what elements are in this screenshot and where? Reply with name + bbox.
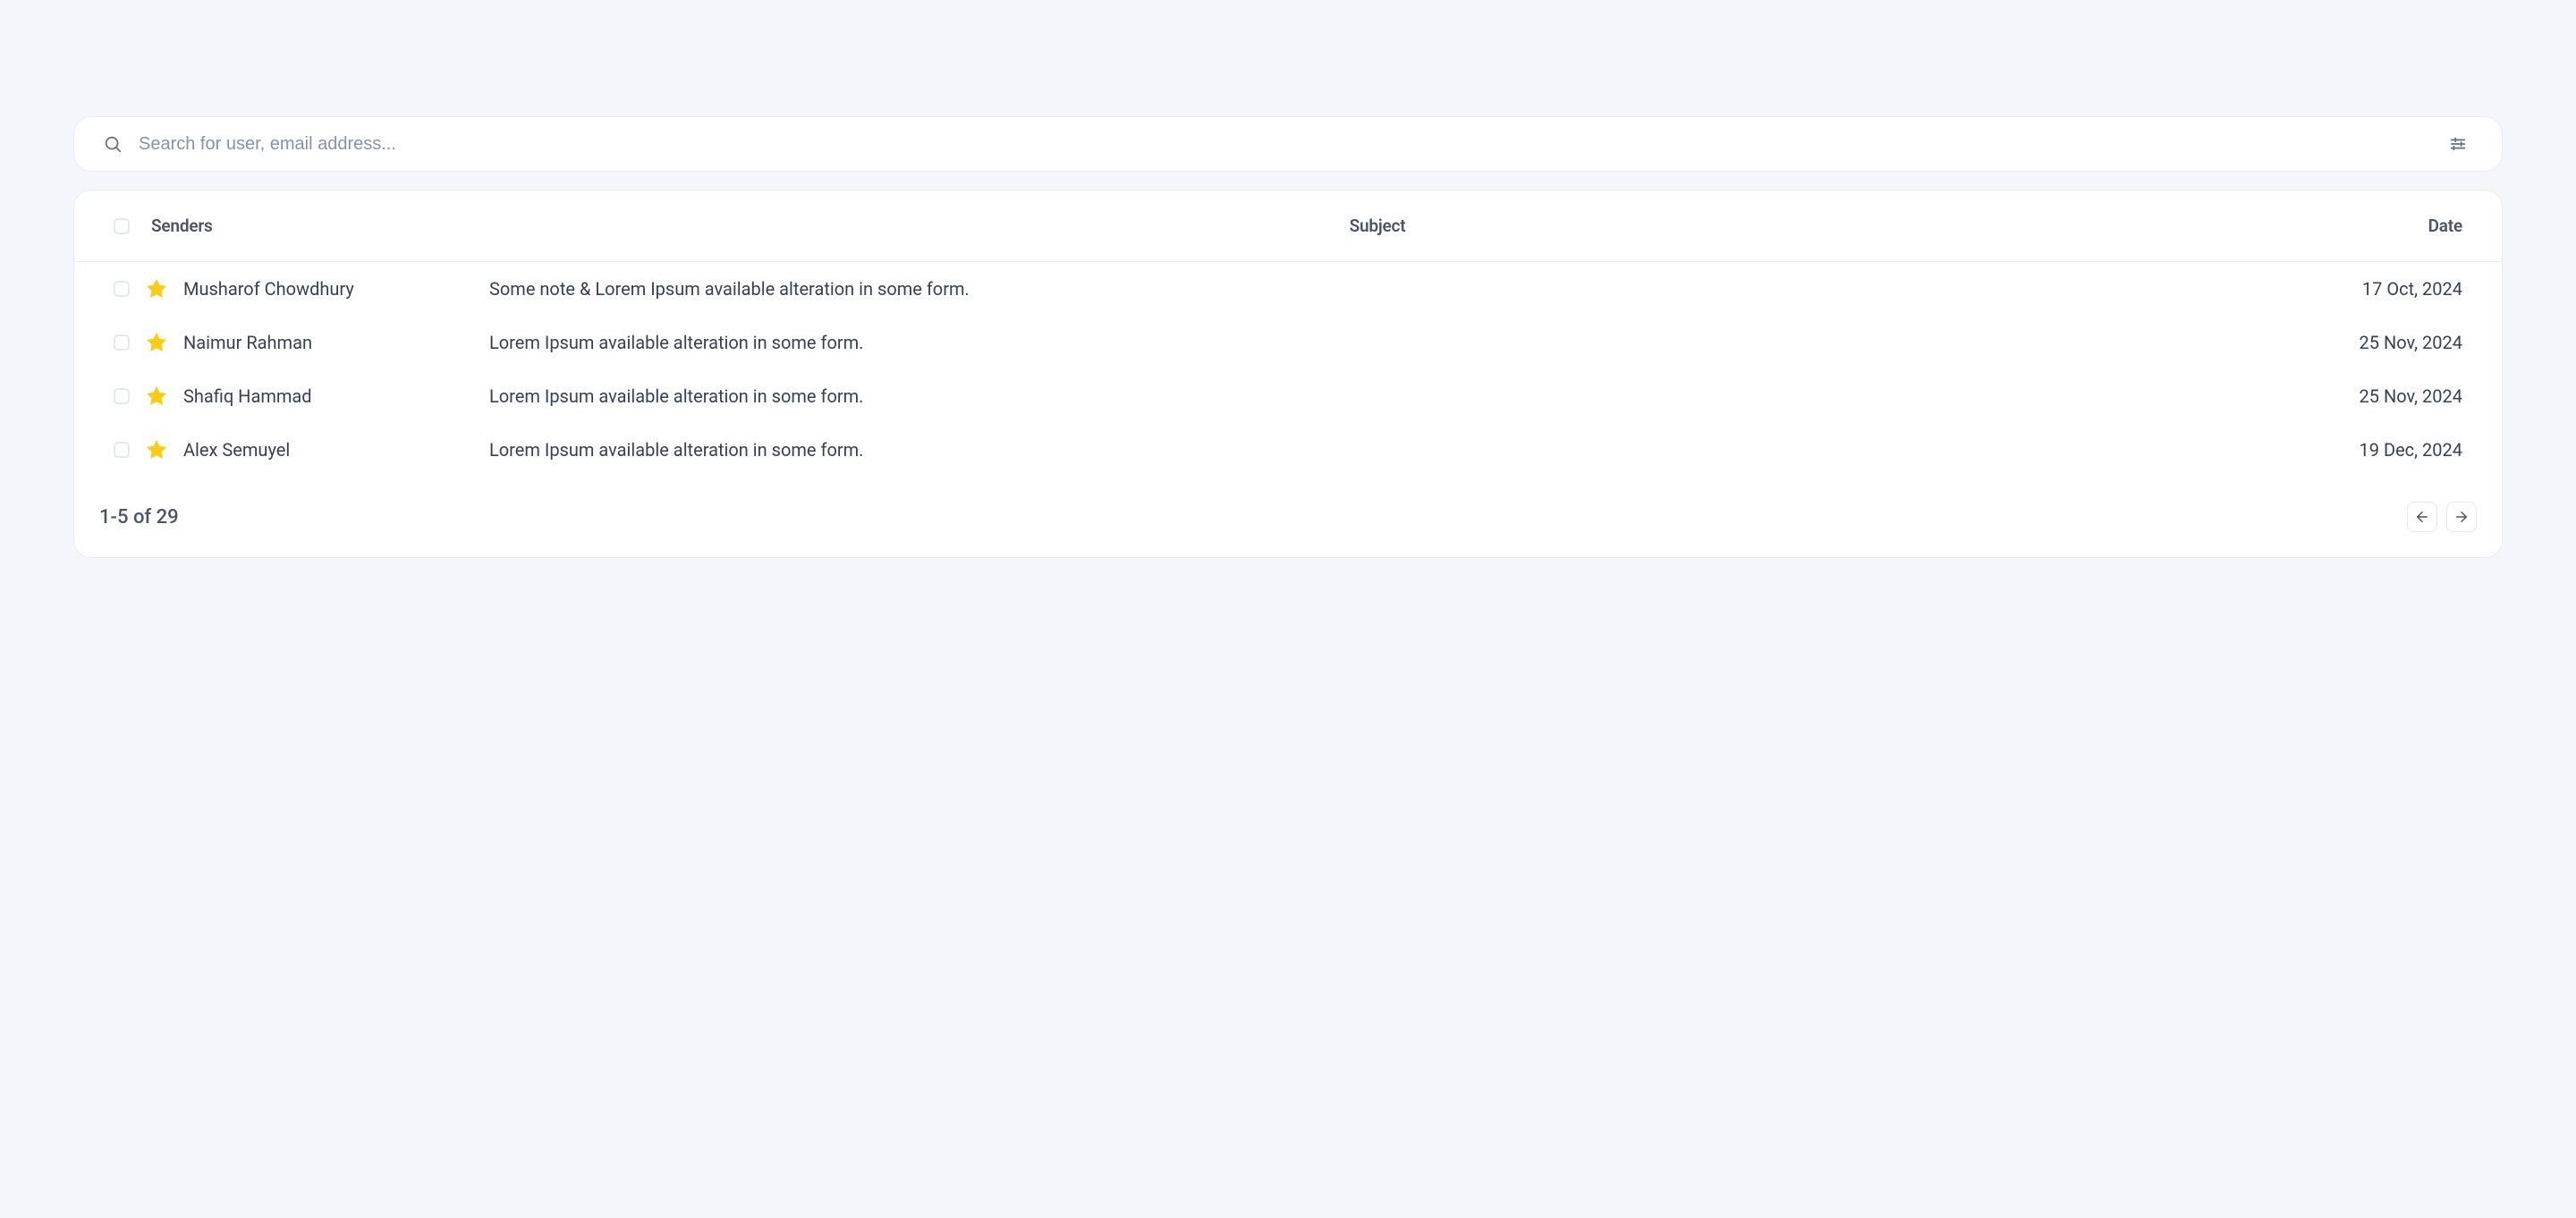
row-checkbox[interactable] (114, 442, 130, 458)
row-checkbox[interactable] (114, 388, 130, 404)
star-icon[interactable] (146, 439, 167, 461)
table-row[interactable]: Alex Semuyel Lorem Ipsum available alter… (74, 423, 2502, 477)
prev-page-button[interactable] (2407, 502, 2437, 532)
subject-text: Some note & Lorem Ipsum available altera… (489, 278, 970, 300)
star-icon[interactable] (146, 278, 167, 300)
sender-name: Shafiq Hammad (183, 385, 312, 407)
table-row[interactable]: Naimur Rahman Lorem Ipsum available alte… (74, 316, 2502, 369)
date-text: 25 Nov, 2024 (2360, 332, 2462, 353)
search-input[interactable] (139, 134, 2432, 155)
column-header-senders: Senders (151, 216, 213, 236)
sender-name: Musharof Chowdhury (183, 278, 354, 300)
subject-text: Lorem Ipsum available alteration in some… (489, 385, 863, 407)
column-header-date: Date (2428, 216, 2462, 236)
filter-icon[interactable] (2448, 134, 2468, 154)
star-icon[interactable] (146, 385, 167, 407)
date-text: 19 Dec, 2024 (2360, 439, 2463, 461)
sender-name: Alex Semuyel (183, 439, 290, 461)
subject-text: Lorem Ipsum available alteration in some… (489, 439, 863, 461)
row-checkbox[interactable] (114, 281, 130, 297)
mail-table-card: Senders Subject Date Musharof Chowdhury … (73, 190, 2503, 558)
arrow-right-icon (2453, 509, 2470, 525)
row-checkbox[interactable] (114, 334, 130, 351)
table-footer: 1-5 of 29 (74, 477, 2502, 557)
table-row[interactable]: Musharof Chowdhury Some note & Lorem Ips… (74, 262, 2502, 316)
sender-name: Naimur Rahman (183, 332, 312, 353)
table-header: Senders Subject Date (74, 190, 2502, 262)
select-all-checkbox[interactable] (114, 218, 130, 234)
next-page-button[interactable] (2446, 502, 2477, 532)
search-bar (73, 116, 2503, 172)
arrow-left-icon (2414, 509, 2430, 525)
star-icon[interactable] (146, 332, 167, 353)
search-icon (103, 134, 123, 154)
pager (2407, 502, 2477, 532)
table-body: Musharof Chowdhury Some note & Lorem Ips… (74, 262, 2502, 477)
pagination-range: 1-5 of 29 (99, 506, 179, 529)
subject-text: Lorem Ipsum available alteration in some… (489, 332, 863, 353)
date-text: 17 Oct, 2024 (2362, 278, 2462, 300)
date-text: 25 Nov, 2024 (2360, 385, 2462, 407)
table-row[interactable]: Shafiq Hammad Lorem Ipsum available alte… (74, 369, 2502, 423)
column-header-subject: Subject (1350, 216, 1406, 236)
